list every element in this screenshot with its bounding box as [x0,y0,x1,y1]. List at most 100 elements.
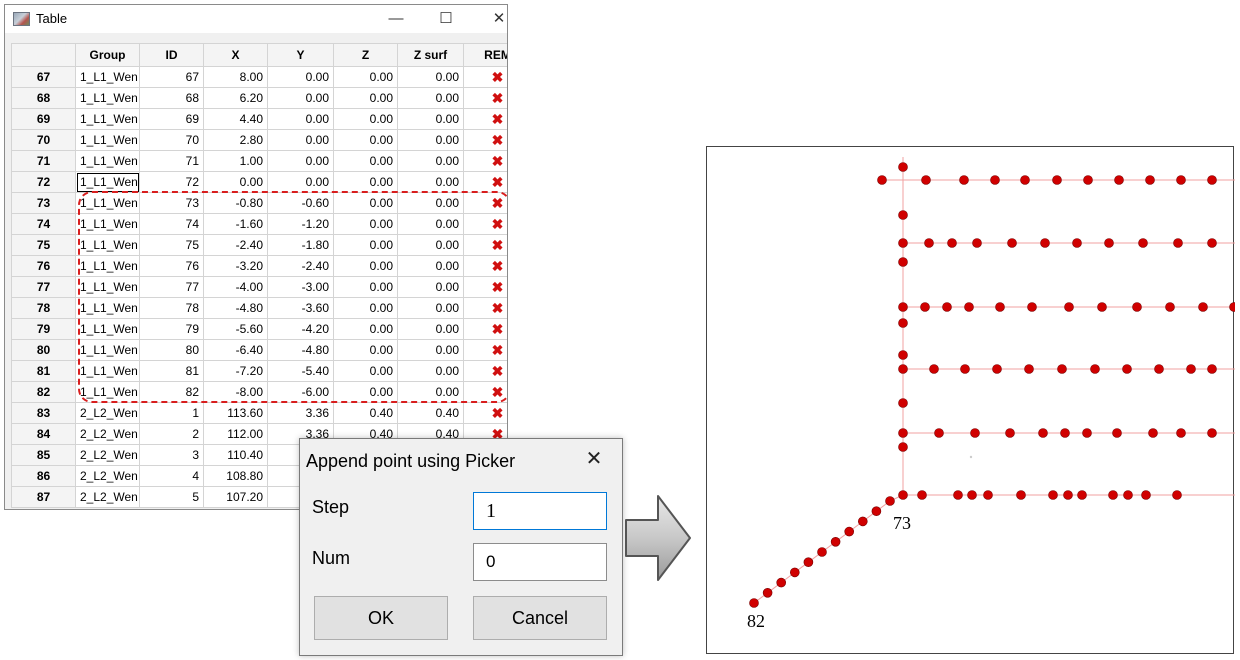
cell-z[interactable]: 0.00 [333,276,398,298]
plot-point[interactable] [803,557,814,568]
cell-z[interactable]: 0.00 [333,66,398,88]
cell-x[interactable]: 0.00 [203,171,268,193]
cell-y[interactable]: 3.36 [267,402,334,424]
plot-point[interactable] [898,398,908,408]
plot-point[interactable] [1198,302,1208,312]
cell-x[interactable]: -1.60 [203,213,268,235]
row-header[interactable]: 71 [11,150,76,172]
plot-point[interactable] [1077,490,1087,500]
cell-x[interactable]: 107.20 [203,486,268,508]
cell-z[interactable]: 0.00 [333,108,398,130]
cell-id[interactable]: 75 [139,234,204,256]
table-row[interactable]: 78 1_L1_Wen 78 -4.80 -3.60 0.00 0.00 ✖ [11,297,507,319]
row-header[interactable]: 70 [11,129,76,151]
cell-x[interactable]: -6.40 [203,339,268,361]
plot-point[interactable] [947,238,957,248]
cell-z-surf[interactable]: 0.00 [397,297,464,319]
cell-x[interactable]: -2.40 [203,234,268,256]
plot-point[interactable] [1207,428,1217,438]
plot-point[interactable] [830,536,841,547]
plot-point[interactable] [1052,175,1062,185]
plot-point[interactable] [1132,302,1142,312]
row-header[interactable]: 74 [11,213,76,235]
cell-x[interactable]: 113.60 [203,402,268,424]
cell-rem[interactable]: ✖ [463,87,507,109]
cell-y[interactable]: -3.60 [267,297,334,319]
cell-z-surf[interactable]: 0.00 [397,108,464,130]
plot-point[interactable] [1108,490,1118,500]
table-row[interactable]: 82 1_L1_Wen 82 -8.00 -6.00 0.00 0.00 ✖ [11,381,507,403]
plot-point[interactable] [964,302,974,312]
cell-z[interactable]: 0.00 [333,150,398,172]
table-row[interactable]: 74 1_L1_Wen 74 -1.60 -1.20 0.00 0.00 ✖ [11,213,507,235]
cell-x[interactable]: 1.00 [203,150,268,172]
cell-y[interactable]: -4.80 [267,339,334,361]
plot-point[interactable] [924,238,934,248]
ok-button[interactable]: OK [314,596,448,640]
plot-point[interactable] [929,364,939,374]
cell-y[interactable]: 0.00 [267,129,334,151]
plot-point[interactable] [1165,302,1175,312]
plot-point[interactable] [972,238,982,248]
row-header[interactable]: 80 [11,339,76,361]
cell-id[interactable]: 81 [139,360,204,382]
cell-group[interactable]: 2_L2_Wen [75,423,140,445]
plot-point[interactable] [1112,428,1122,438]
plot-point[interactable] [898,238,908,248]
table-row[interactable]: 81 1_L1_Wen 81 -7.20 -5.40 0.00 0.00 ✖ [11,360,507,382]
cell-z-surf[interactable]: 0.00 [397,318,464,340]
step-input[interactable]: 1 [473,492,607,530]
cell-group[interactable]: 1_L1_Wen [75,213,140,235]
plot-point[interactable] [1207,364,1217,374]
cell-y[interactable]: 0.00 [267,171,334,193]
plot-point[interactable] [776,577,786,588]
cell-z-surf[interactable]: 0.00 [397,276,464,298]
cell-group[interactable]: 1_L1_Wen [75,318,140,340]
plot-point[interactable] [1172,490,1182,500]
row-header[interactable]: 87 [11,486,76,508]
plot-point[interactable] [1186,364,1196,374]
cell-z[interactable]: 0.00 [333,360,398,382]
cell-y[interactable]: 0.00 [267,87,334,109]
plot-point[interactable] [898,490,908,500]
row-header[interactable]: 76 [11,255,76,277]
plot-point[interactable] [1027,302,1037,312]
cell-rem[interactable]: ✖ [463,276,507,298]
plot-point[interactable] [934,428,944,438]
cell-x[interactable]: 4.40 [203,108,268,130]
cell-id[interactable]: 5 [139,486,204,508]
cell-id[interactable]: 4 [139,465,204,487]
cell-x[interactable]: -8.00 [203,381,268,403]
cell-group[interactable]: 1_L1_Wen [75,171,140,193]
column-header-id[interactable]: ID [139,43,204,67]
plot-point[interactable] [1207,175,1217,185]
cell-z-surf[interactable]: 0.00 [397,171,464,193]
cell-group[interactable]: 1_L1_Wen [75,66,140,88]
cell-y[interactable]: -2.40 [267,255,334,277]
cell-x[interactable]: 8.00 [203,66,268,88]
cell-y[interactable]: -5.40 [267,360,334,382]
cell-z[interactable]: 0.00 [333,297,398,319]
cell-rem[interactable]: ✖ [463,150,507,172]
plot-point[interactable] [1038,428,1048,438]
plot-point[interactable] [1072,238,1082,248]
cell-group[interactable]: 1_L1_Wen [75,360,140,382]
plot-point[interactable] [817,547,827,557]
cell-z[interactable]: 0.00 [333,234,398,256]
row-header[interactable]: 84 [11,423,76,445]
cell-x[interactable]: 110.40 [203,444,268,466]
cell-id[interactable]: 76 [139,255,204,277]
cell-group[interactable]: 1_L1_Wen [75,129,140,151]
plot-point[interactable] [953,490,963,500]
dialog-close-icon[interactable]: ✕ [582,447,606,471]
plot-point[interactable] [898,428,908,438]
plot-point[interactable] [1104,238,1114,248]
cell-z-surf[interactable]: 0.00 [397,339,464,361]
column-header-x[interactable]: X [203,43,268,67]
table-row[interactable]: 69 1_L1_Wen 69 4.40 0.00 0.00 0.00 ✖ [11,108,507,130]
cell-group[interactable]: 1_L1_Wen [75,108,140,130]
plot-point[interactable] [1083,175,1093,185]
plot-point[interactable] [1064,302,1074,312]
point-plot[interactable]: 73 82 [706,146,1239,654]
cell-y[interactable]: 0.00 [267,66,334,88]
